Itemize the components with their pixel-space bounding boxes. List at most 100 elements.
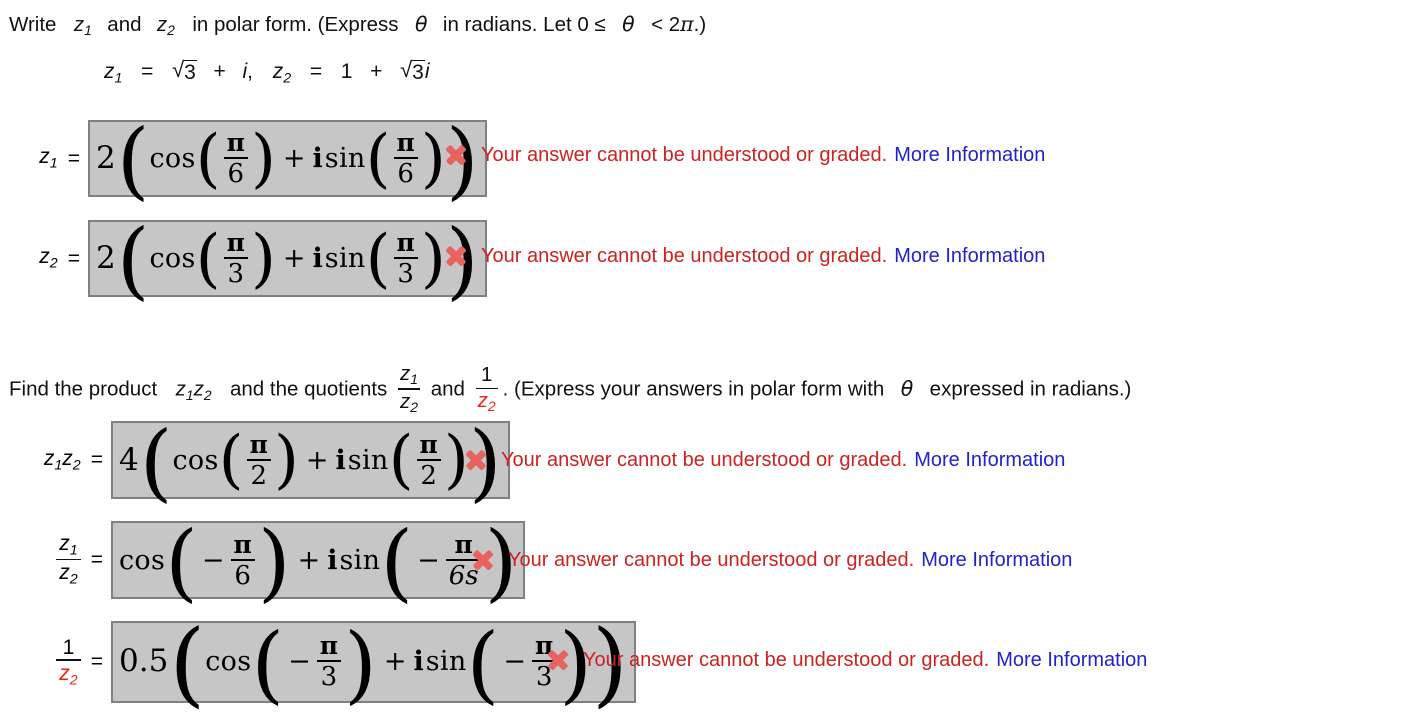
open-paren-cos: ( xyxy=(195,121,221,196)
row-z1z2-equals: = xyxy=(90,448,103,471)
open-paren-outer: ( xyxy=(169,609,206,717)
given-comma: , xyxy=(247,60,253,83)
answer-input-z1[interactable]: 2 ( cos ( π 6 ) + i sin ( π 6 ) ) xyxy=(88,118,487,203)
sin-negative-sign: − xyxy=(503,646,526,678)
error-x-icon xyxy=(463,447,489,473)
q2-part3: . (Express your answers in polar form wi… xyxy=(502,377,885,401)
imaginary-unit: i xyxy=(413,646,424,678)
q2-prod-sub1: 1 xyxy=(185,386,194,403)
q2-frac2-den-sub: 2 xyxy=(487,398,496,415)
row-z2-equals: = xyxy=(67,246,80,270)
close-paren-cos: ) xyxy=(250,121,276,196)
sin-label: sin xyxy=(425,646,467,678)
feedback-text: Your answer cannot be understood or grad… xyxy=(481,143,888,166)
q1-theta2: θ xyxy=(622,12,635,36)
imaginary-unit: i xyxy=(327,544,338,576)
sin-label: sin xyxy=(324,143,366,174)
cos-denominator: 6 xyxy=(234,560,251,591)
q1-text-after: in polar form. (Express xyxy=(192,13,399,36)
more-information-link[interactable]: More Information xyxy=(894,144,1045,167)
sin-numerator: π xyxy=(419,429,438,459)
open-paren-sin: ( xyxy=(388,423,414,498)
question-2-prompt: Find the product z1z2 and the quotients … xyxy=(9,362,1131,416)
more-information-link[interactable]: More Information xyxy=(921,549,1072,572)
coefficient: 0.5 xyxy=(119,643,169,680)
row-one-over-z2-equals: = xyxy=(90,649,103,673)
feedback-one-over-z2: Your answer cannot be understood or grad… xyxy=(545,647,1147,673)
row-label-z1-over-z2: z1 z2 = xyxy=(18,533,103,587)
more-information-link[interactable]: More Information xyxy=(914,449,1065,472)
open-paren-cos: ( xyxy=(165,512,198,611)
q2-theta: θ xyxy=(900,376,914,401)
row-z1-sub: 1 xyxy=(49,155,58,172)
q2-frac2-den-z: z xyxy=(477,389,488,413)
answer-row-one-over-z2: 1 z2 = 0.5 ( cos ( − π 3 ) + i sin ( − π xyxy=(18,609,636,717)
answer-input-z2[interactable]: 2 ( cos ( π 3 ) + i sin ( π 3 ) ) xyxy=(88,218,487,303)
q1-var2-sub: 2 xyxy=(167,22,175,39)
label-frac-den: z2 xyxy=(56,560,80,587)
q1-var1: z xyxy=(73,13,85,36)
sin-denominator: 2 xyxy=(420,460,437,491)
cos-denominator: 3 xyxy=(320,662,338,693)
cos-negative-sign: − xyxy=(288,646,311,678)
q2-fraction-one-over-z2: 1 z2 xyxy=(475,364,498,415)
close-paren-cos: ) xyxy=(273,423,299,498)
label-frac-den-sub: 2 xyxy=(69,671,78,688)
coefficient: 4 xyxy=(119,441,139,478)
cos-label: cos xyxy=(149,143,196,174)
q2-frac2-den: z2 xyxy=(476,389,498,415)
given-sqrt-2: √ 3 xyxy=(400,57,425,84)
more-information-link[interactable]: More Information xyxy=(996,649,1147,672)
open-paren-sin: ( xyxy=(365,121,391,196)
answer-input-z1-over-z2[interactable]: cos ( − π 6 ) + i sin ( − π 6s ) xyxy=(111,512,526,611)
given-z1-sub: 1 xyxy=(114,70,123,87)
row-z2-main: z xyxy=(39,245,50,269)
row-label-z2: z2 = xyxy=(18,245,80,271)
q2-prod-z2: z xyxy=(193,377,204,401)
q1-theta: θ xyxy=(414,12,428,36)
cos-argument-fraction: π 3 xyxy=(316,633,342,693)
error-x-icon xyxy=(443,243,469,269)
q2-part2: and the quotients xyxy=(230,377,388,401)
q1-and: and xyxy=(107,13,142,36)
cos-argument-fraction: π 6 xyxy=(223,130,248,187)
imaginary-unit: i xyxy=(312,243,323,274)
label-frac-num-z: z xyxy=(59,532,70,556)
given-i2: i xyxy=(424,60,430,83)
cos-label: cos xyxy=(119,544,166,576)
cos-numerator: π xyxy=(226,228,245,257)
given-expression: z1 = √ 3 + i, z2 = 1 + √ 3 i xyxy=(104,57,430,87)
feedback-z2: Your answer cannot be understood or grad… xyxy=(443,243,1045,269)
label-fraction: 1 z2 xyxy=(56,637,81,688)
sin-label: sin xyxy=(347,444,389,476)
given-eq1: = xyxy=(141,60,154,83)
plus-operator: + xyxy=(282,143,306,174)
more-information-link[interactable]: More Information xyxy=(894,245,1045,268)
label-frac-num: z1 xyxy=(56,533,80,559)
q1-pi: π xyxy=(680,12,694,36)
imaginary-unit: i xyxy=(312,143,323,174)
q2-frac1-den-sub: 2 xyxy=(410,399,419,416)
sin-numerator: π xyxy=(396,228,415,257)
open-paren-outer: ( xyxy=(139,412,173,511)
sin-label: sin xyxy=(324,243,366,274)
answer-row-z1-over-z2: z1 z2 = cos ( − π 6 ) + i sin ( − π 6s) xyxy=(18,512,526,611)
open-paren-cos: ( xyxy=(195,221,221,296)
cos-denominator: 3 xyxy=(227,259,245,289)
sin-label: sin xyxy=(339,544,381,576)
feedback-text: Your answer cannot be understood or grad… xyxy=(508,548,915,571)
given-z2: z xyxy=(272,60,284,83)
answer-input-z1z2[interactable]: 4 ( cos ( π 2 ) + i sin ( π 2 ) ) xyxy=(111,412,510,511)
open-paren-cos: ( xyxy=(251,614,285,713)
plus-operator: + xyxy=(383,646,407,678)
cos-label: cos xyxy=(172,444,219,476)
label-frac-den-z: z xyxy=(59,661,70,685)
q1-text-end: .) xyxy=(693,13,707,36)
given-radicand-2: 3 xyxy=(411,60,425,84)
close-paren-cos: ) xyxy=(257,512,291,611)
q2-frac1-num-z: z xyxy=(400,362,411,385)
math-expression-z1: 2 ( cos ( π 6 ) + i sin ( π 6 ) ) xyxy=(96,118,479,202)
row-z1-equals: = xyxy=(67,146,80,170)
row-z1z2-main: z xyxy=(43,446,55,470)
answer-row-z2: z2 = 2 ( cos ( π 3 ) + i sin ( π 3 ) ) xyxy=(18,218,487,303)
